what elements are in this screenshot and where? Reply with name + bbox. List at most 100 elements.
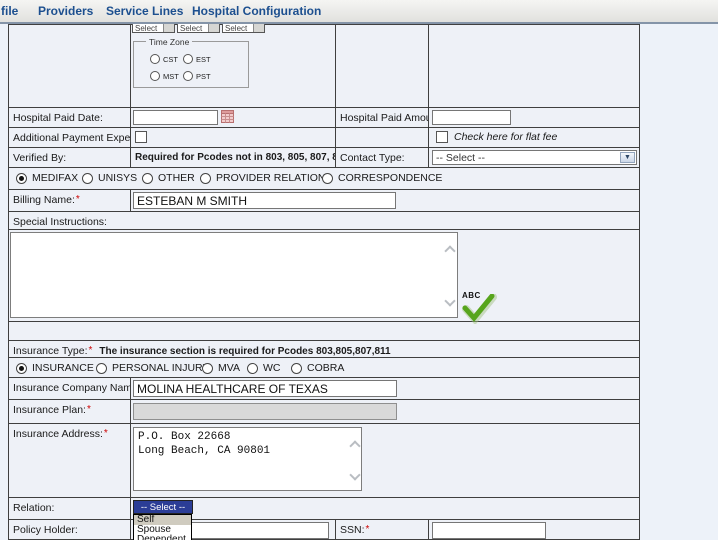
spellcheck-icon[interactable] — [459, 294, 497, 324]
flat-fee-checkbox[interactable] — [436, 131, 448, 143]
radio-correspondence-label: CORRESPONDENCE — [338, 172, 442, 184]
clipped-select-1[interactable]: Select — [132, 24, 175, 33]
radio-pst[interactable]: PST — [183, 71, 211, 81]
radio-provider-relations-label: PROVIDER RELATIONS — [216, 172, 333, 184]
radio-circle-icon — [150, 71, 160, 81]
radio-personal-injury-label: PERSONAL INJURY — [112, 362, 209, 374]
dropdown-button-icon[interactable] — [163, 24, 174, 32]
radio-unisys-label: UNISYS — [98, 172, 137, 184]
contact-type-select[interactable]: -- Select -- ▼ — [432, 150, 637, 165]
relation-label: Relation: — [8, 497, 131, 520]
contact-type-value: -- Select -- — [436, 152, 485, 164]
dropdown-button-icon[interactable] — [253, 24, 264, 32]
dropdown-button-icon[interactable] — [208, 24, 219, 32]
hospital-paid-amount-input[interactable] — [432, 110, 511, 125]
radio-pst-label: PST — [196, 72, 211, 81]
flat-fee-label: Check here for flat fee — [454, 131, 557, 143]
hospital-paid-date-input[interactable] — [133, 110, 218, 125]
scroll-up-icon[interactable] — [445, 245, 455, 255]
additional-payment-checkbox[interactable] — [135, 131, 147, 143]
insurance-type-note: The insurance section is required for Pc… — [99, 346, 390, 357]
radio-circle-icon — [82, 173, 93, 184]
menu-item-file[interactable]: file — [1, 4, 18, 18]
relation-cell — [130, 497, 640, 520]
chevron-down-icon[interactable]: ▼ — [620, 152, 635, 163]
radio-wc[interactable]: WC — [247, 361, 281, 375]
radio-medifax-label: MEDIFAX — [32, 172, 78, 184]
clipped-select-3[interactable]: Select — [222, 24, 265, 33]
radio-circle-icon — [183, 54, 193, 64]
radio-other[interactable]: OTHER — [142, 171, 195, 185]
radio-cobra-label: COBRA — [307, 362, 344, 374]
radio-circle-icon — [247, 363, 258, 374]
relation-option-dependent[interactable]: Dependent — [134, 535, 191, 540]
insurance-plan-label: Insurance Plan:* — [8, 399, 131, 424]
billing-name-input[interactable] — [133, 192, 396, 209]
insurance-plan-input — [133, 403, 397, 420]
radio-personal-injury[interactable]: PERSONAL INJURY — [96, 361, 209, 375]
radio-est[interactable]: EST — [183, 54, 211, 64]
radio-cst[interactable]: CST — [150, 54, 178, 64]
policy-holder-label: Policy Holder: — [8, 519, 131, 540]
spacer-row — [8, 321, 640, 342]
radio-circle-icon — [322, 173, 333, 184]
verified-by-label: Verified By: — [8, 147, 131, 168]
cell-empty-topmid — [335, 24, 429, 108]
ssn-label: SSN:* — [335, 519, 429, 540]
radio-est-label: EST — [196, 55, 211, 64]
verified-by-note: Required for Pcodes not in 803, 805, 807… — [130, 147, 336, 168]
ssn-input[interactable] — [432, 522, 546, 539]
additional-payment-label: Additional Payment Expected: — [8, 127, 131, 148]
radio-selected-icon — [16, 173, 27, 184]
app-window: file Providers Service Lines Hospital Co… — [0, 0, 718, 540]
contact-type-label: Contact Type: — [335, 147, 429, 168]
radio-insurance[interactable]: INSURANCE — [16, 361, 94, 375]
special-instructions-textarea[interactable] — [10, 232, 458, 318]
radio-correspondence[interactable]: CORRESPONDENCE — [322, 171, 442, 185]
radio-unisys[interactable]: UNISYS — [82, 171, 137, 185]
menu-item-providers[interactable]: Providers — [38, 4, 93, 18]
clipped-select-2[interactable]: Select — [177, 24, 220, 33]
insurance-company-label: Insurance Company Name:* — [8, 377, 131, 400]
menu-bar: file Providers Service Lines Hospital Co… — [0, 0, 718, 24]
radio-circle-icon — [142, 173, 153, 184]
radio-provider-relations[interactable]: PROVIDER RELATIONS — [200, 171, 333, 185]
radio-other-label: OTHER — [158, 172, 195, 184]
hospital-paid-amount-label: Hospital Paid Amount: — [335, 107, 429, 128]
scroll-down-icon[interactable] — [350, 472, 360, 482]
radio-medifax[interactable]: MEDIFAX — [16, 171, 78, 185]
hospital-paid-date-label: Hospital Paid Date: — [8, 107, 131, 128]
additional-payment-cell — [130, 127, 336, 148]
scroll-up-icon[interactable] — [350, 440, 360, 450]
radio-wc-label: WC — [263, 362, 281, 374]
radio-insurance-label: INSURANCE — [32, 362, 94, 374]
menu-item-hospital-configuration[interactable]: Hospital Configuration — [192, 4, 321, 18]
radio-cst-label: CST — [163, 55, 178, 64]
radio-circle-icon — [202, 363, 213, 374]
radio-circle-icon — [96, 363, 107, 374]
clipped-select-2-label: Select — [180, 24, 202, 33]
radio-mva[interactable]: MVA — [202, 361, 240, 375]
radio-circle-icon — [183, 71, 193, 81]
radio-circle-icon — [200, 173, 211, 184]
clipped-select-1-label: Select — [135, 24, 157, 33]
menu-item-service-lines[interactable]: Service Lines — [106, 4, 183, 18]
billing-name-label: Billing Name:* — [8, 189, 131, 212]
clipped-select-3-label: Select — [225, 24, 247, 33]
radio-circle-icon — [291, 363, 302, 374]
timezone-fieldset: Time Zone CST EST MST PST — [133, 41, 249, 88]
cell-empty-midrow2 — [335, 127, 429, 148]
cell-empty-topleft — [8, 24, 131, 108]
insurance-address-label: Insurance Address:* — [8, 423, 131, 498]
radio-mva-label: MVA — [218, 362, 240, 374]
radio-mst-label: MST — [163, 72, 179, 81]
radio-mst[interactable]: MST — [150, 71, 179, 81]
insurance-company-input[interactable] — [133, 380, 397, 397]
calendar-icon[interactable] — [221, 110, 234, 123]
cell-empty-topright — [428, 24, 640, 108]
timezone-legend: Time Zone — [146, 37, 192, 47]
scroll-down-icon[interactable] — [445, 298, 455, 308]
insurance-address-textarea[interactable]: P.O. Box 22668 Long Beach, CA 90801 — [133, 427, 362, 491]
radio-cobra[interactable]: COBRA — [291, 361, 344, 375]
relation-select[interactable]: -- Select -- — [133, 500, 193, 514]
